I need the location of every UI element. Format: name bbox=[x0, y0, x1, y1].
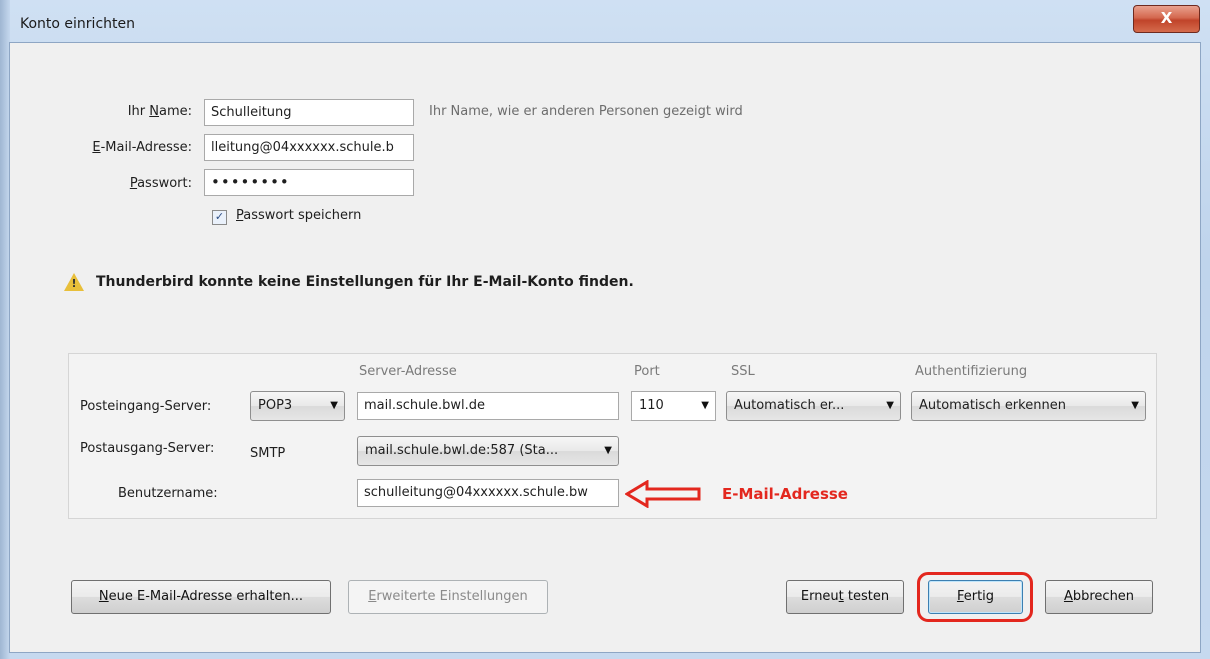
password-field[interactable]: •••••••• bbox=[204, 169, 414, 196]
cancel-button[interactable]: Abbrechen bbox=[1045, 580, 1153, 614]
outgoing-protocol: SMTP bbox=[250, 446, 286, 461]
incoming-port-select[interactable]: 110 ▼ bbox=[631, 391, 716, 421]
column-header-port: Port bbox=[634, 364, 660, 379]
incoming-auth-select[interactable]: Automatisch erkennen ▼ bbox=[911, 391, 1146, 421]
chevron-down-icon: ▼ bbox=[1131, 400, 1139, 411]
outgoing-server-label: Postausgang-Server: bbox=[80, 441, 215, 456]
outgoing-server-select[interactable]: mail.schule.bwl.de:587 (Sta... ▼ bbox=[357, 436, 619, 466]
warning-message: Thunderbird konnte keine Einstellungen f… bbox=[96, 274, 634, 290]
annotation-arrow-icon bbox=[625, 480, 701, 508]
column-header-ssl: SSL bbox=[731, 364, 755, 379]
name-hint: Ihr Name, wie er anderen Personen gezeig… bbox=[429, 104, 743, 119]
incoming-protocol-select[interactable]: POP3 ▼ bbox=[250, 391, 345, 421]
checkmark-icon: ✓ bbox=[214, 210, 225, 223]
advanced-settings-button[interactable]: Erweiterte Einstellungen bbox=[348, 580, 548, 614]
email-label: E-Mail-Adresse: bbox=[92, 140, 192, 155]
name-label: Ihr Name: bbox=[127, 104, 192, 119]
window-title: Konto einrichten bbox=[20, 16, 135, 32]
name-field[interactable]: Schulleitung bbox=[204, 99, 414, 126]
done-button-highlight bbox=[917, 572, 1033, 622]
username-label: Benutzername: bbox=[118, 486, 218, 501]
incoming-ssl-select[interactable]: Automatisch er... ▼ bbox=[726, 391, 901, 421]
close-button[interactable]: X bbox=[1133, 5, 1200, 33]
email-field[interactable]: lleitung@04xxxxxx.schule.b bbox=[204, 134, 414, 161]
column-header-authentication: Authentifizierung bbox=[915, 364, 1028, 379]
chevron-down-icon: ▼ bbox=[701, 400, 709, 411]
remember-password-label: Passwort speichern bbox=[236, 208, 362, 223]
column-header-server-address: Server-Adresse bbox=[359, 364, 457, 379]
incoming-server-address-field[interactable]: mail.schule.bwl.de bbox=[357, 392, 619, 420]
new-email-address-button[interactable]: Neue E-Mail-Adresse erhalten... bbox=[71, 580, 331, 614]
username-field[interactable]: schulleitung@04xxxxxx.schule.bw bbox=[357, 479, 619, 507]
password-label: Passwort: bbox=[129, 176, 192, 191]
chevron-down-icon: ▼ bbox=[604, 445, 612, 456]
remember-password-checkbox[interactable]: ✓ bbox=[212, 210, 227, 225]
incoming-server-label: Posteingang-Server: bbox=[80, 399, 212, 414]
close-icon: X bbox=[1160, 9, 1173, 27]
chevron-down-icon: ▼ bbox=[886, 400, 894, 411]
retest-button[interactable]: Erneut testen bbox=[786, 580, 904, 614]
dialog-body bbox=[9, 42, 1201, 653]
annotation-label: E-Mail-Adresse bbox=[722, 485, 848, 503]
chevron-down-icon: ▼ bbox=[330, 400, 338, 411]
